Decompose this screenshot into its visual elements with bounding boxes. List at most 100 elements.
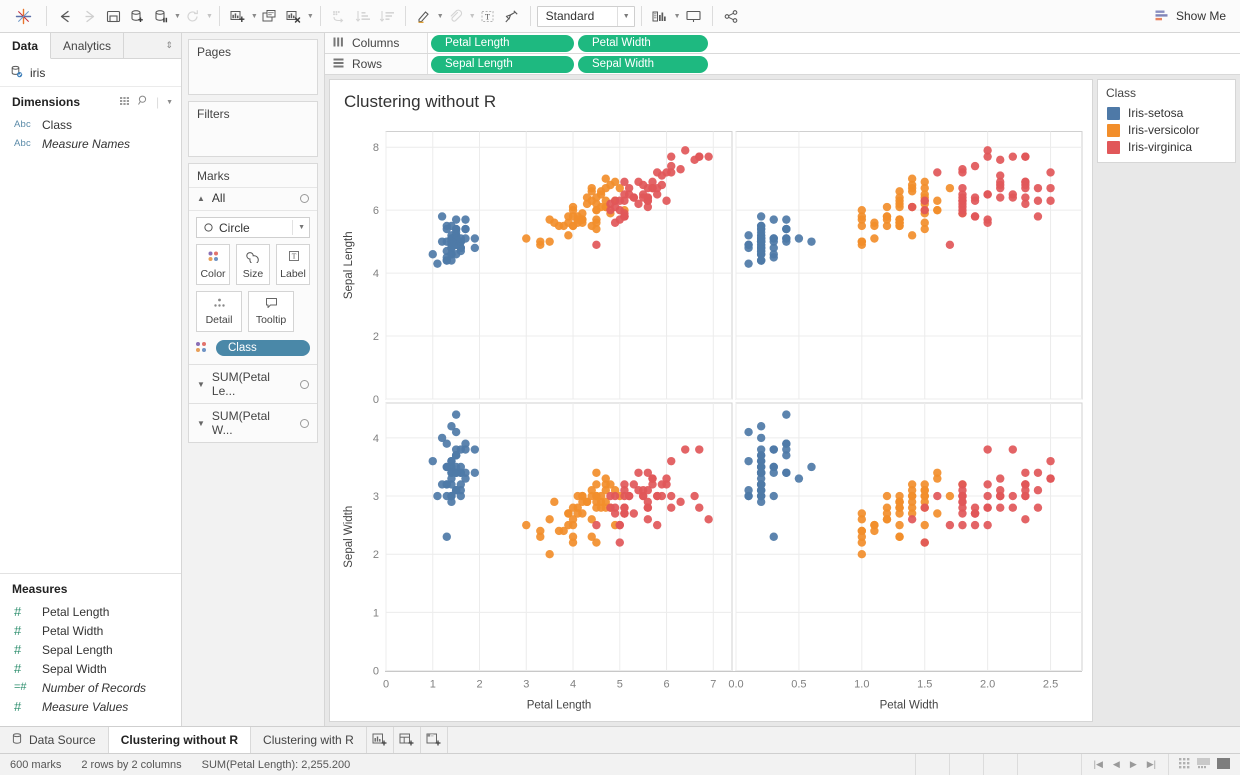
tooltip-button[interactable]: Tooltip (248, 291, 294, 332)
refresh-button[interactable] (181, 3, 205, 29)
tooltip-button-label: Tooltip (255, 314, 287, 326)
sort-descending-button[interactable] (375, 3, 399, 29)
pill-sepal-width[interactable]: Sepal Width (578, 55, 708, 73)
chevron-down-icon[interactable]: ▼ (197, 419, 205, 428)
forward-button[interactable] (77, 3, 101, 29)
field-label: Petal Width (42, 623, 104, 638)
pill-class[interactable]: Class (216, 340, 310, 356)
data-pane-collapse-button[interactable]: ⇕ (124, 33, 181, 58)
tab-clustering-without-r[interactable]: Clustering without R (108, 727, 252, 753)
tableau-window: ▼ ▼ ▼ ▼ ▼ ▼ T Standard ▼ ▼ Show Me Data … (0, 0, 1240, 775)
search-icon[interactable] (138, 95, 149, 109)
size-button[interactable]: Size (236, 244, 270, 285)
chevron-up-icon[interactable]: ▲ (197, 194, 205, 203)
duplicate-sheet-button[interactable] (258, 3, 282, 29)
data-source-item-iris[interactable]: iris (0, 59, 181, 87)
group-chevron-down-icon[interactable]: ▼ (469, 13, 476, 20)
mark-type-dropdown[interactable]: Circle ▼ (196, 217, 310, 238)
abc-icon: Abc (14, 138, 31, 149)
tab-data-source[interactable]: Data Source (0, 727, 109, 753)
pages-card[interactable]: Pages (188, 39, 318, 95)
last-page-icon[interactable]: ▶| (1147, 759, 1156, 770)
save-button[interactable] (101, 3, 125, 29)
pages-title: Pages (197, 45, 232, 59)
dimensions-menu-chevron-down-icon[interactable]: ▼ (166, 99, 173, 106)
add-data-source-button[interactable] (125, 3, 149, 29)
field-sepal-length[interactable]: # Sepal Length (0, 640, 181, 659)
new-worksheet-chevron-down-icon[interactable]: ▼ (251, 13, 258, 20)
svg-text:T: T (485, 11, 491, 21)
marks-subcard-petal-width[interactable]: ▼ SUM(Petal W... (189, 403, 317, 442)
rows-drop-zone[interactable]: Sepal Length Sepal Width (427, 54, 1240, 74)
tableau-logo[interactable] (6, 8, 40, 25)
tab-analytics[interactable]: Analytics (51, 33, 125, 58)
format-button[interactable] (648, 3, 673, 29)
tab-data-label: Data (12, 38, 39, 53)
scatter-matrix-svg[interactable]: 0 2 4 6 8 Sepal Length 0 1 2 3 4 Sepal Width 0 1 2 3 4 5 6… (330, 122, 1092, 724)
back-button[interactable] (53, 3, 77, 29)
legend-item-versicolor[interactable]: Iris-versicolor (1098, 122, 1235, 139)
field-measure-values[interactable]: # Measure Values (0, 697, 181, 716)
show-me-button[interactable]: Show Me (1147, 3, 1234, 29)
pill-sepal-length[interactable]: Sepal Length (431, 55, 574, 73)
filters-card[interactable]: Filters (188, 101, 318, 157)
marks-all-row[interactable]: ▲ All (189, 187, 317, 211)
worksheet-area: Columns Petal Length Petal Width Rows Se… (325, 33, 1240, 726)
pill-petal-width[interactable]: Petal Width (578, 34, 708, 52)
field-number-of-records[interactable]: =# Number of Records (0, 678, 181, 697)
chevron-down-icon: ▼ (616, 6, 630, 26)
marks-card: Marks ▲ All Circle ▼ Color Size T Label … (188, 163, 318, 443)
format-chevron-down-icon[interactable]: ▼ (674, 13, 681, 20)
marks-color-shelf: Class (189, 338, 317, 364)
tab-clustering-with-r[interactable]: Clustering with R (251, 727, 367, 753)
grid-view-icon[interactable] (119, 95, 131, 109)
marks-subcard-petal-length[interactable]: ▼ SUM(Petal Le... (189, 364, 317, 403)
field-sepal-width[interactable]: # Sepal Width (0, 659, 181, 678)
highlighter-button[interactable] (412, 3, 436, 29)
new-worksheet-button[interactable] (226, 3, 250, 29)
first-page-icon[interactable]: |◀ (1094, 759, 1103, 770)
new-worksheet-tab-button[interactable] (367, 727, 394, 753)
fix-axes-button[interactable] (500, 3, 524, 29)
sheet-tab-label: Clustering without R (120, 733, 239, 747)
presentation-mode-button[interactable] (681, 3, 706, 29)
label-button[interactable]: T Label (276, 244, 310, 285)
columns-shelf[interactable]: Columns Petal Length Petal Width (325, 33, 1240, 54)
pill-petal-length[interactable]: Petal Length (431, 34, 574, 52)
marks-buttons-row-2: Detail Tooltip (189, 291, 317, 338)
rows-shelf[interactable]: Rows Sepal Length Sepal Width (325, 54, 1240, 75)
columns-drop-zone[interactable]: Petal Length Petal Width (427, 33, 1240, 53)
prev-page-icon[interactable]: ◀ (1113, 759, 1120, 770)
refresh-chevron-down-icon[interactable]: ▼ (206, 13, 213, 20)
pause-refresh-chevron-down-icon[interactable]: ▼ (174, 13, 181, 20)
field-class[interactable]: Abc Class (0, 115, 181, 134)
show-mark-labels-button[interactable]: T (476, 3, 500, 29)
clear-sheet-button[interactable] (282, 3, 306, 29)
fit-dropdown[interactable]: Standard ▼ (536, 5, 635, 27)
new-dashboard-tab-button[interactable] (394, 727, 421, 753)
field-label: Class (42, 117, 73, 132)
field-petal-width[interactable]: # Petal Width (0, 621, 181, 640)
pause-refresh-button[interactable] (149, 3, 173, 29)
detail-button[interactable]: Detail (196, 291, 242, 332)
scatter-matrix[interactable]: 0 2 4 6 8 Sepal Length 0 1 2 3 4 Sepal Width 0 1 2 3 4 5 6… (330, 122, 1092, 724)
highlighter-chevron-down-icon[interactable]: ▼ (437, 13, 444, 20)
split-view-icon[interactable] (1197, 757, 1210, 772)
tab-data[interactable]: Data (0, 33, 52, 59)
clear-sheet-chevron-down-icon[interactable]: ▼ (307, 13, 314, 20)
next-page-icon[interactable]: ▶ (1130, 759, 1137, 770)
grid-view-icon[interactable] (1179, 757, 1190, 772)
chevron-down-icon[interactable]: ▼ (197, 380, 205, 389)
share-button[interactable] (719, 3, 744, 29)
full-view-icon[interactable] (1217, 757, 1230, 772)
sort-ascending-button[interactable] (351, 3, 375, 29)
group-members-button[interactable] (444, 3, 468, 29)
color-button[interactable]: Color (196, 244, 230, 285)
legend-item-virginica[interactable]: Iris-virginica (1098, 139, 1235, 156)
status-aggregate: SUM(Petal Length): 2,255.200 (201, 758, 351, 771)
legend-item-setosa[interactable]: Iris-setosa (1098, 105, 1235, 122)
swap-rows-columns-button[interactable] (327, 3, 351, 29)
new-story-tab-button[interactable] (421, 727, 448, 753)
field-petal-length[interactable]: # Petal Length (0, 602, 181, 621)
field-measure-names[interactable]: Abc Measure Names (0, 134, 181, 153)
